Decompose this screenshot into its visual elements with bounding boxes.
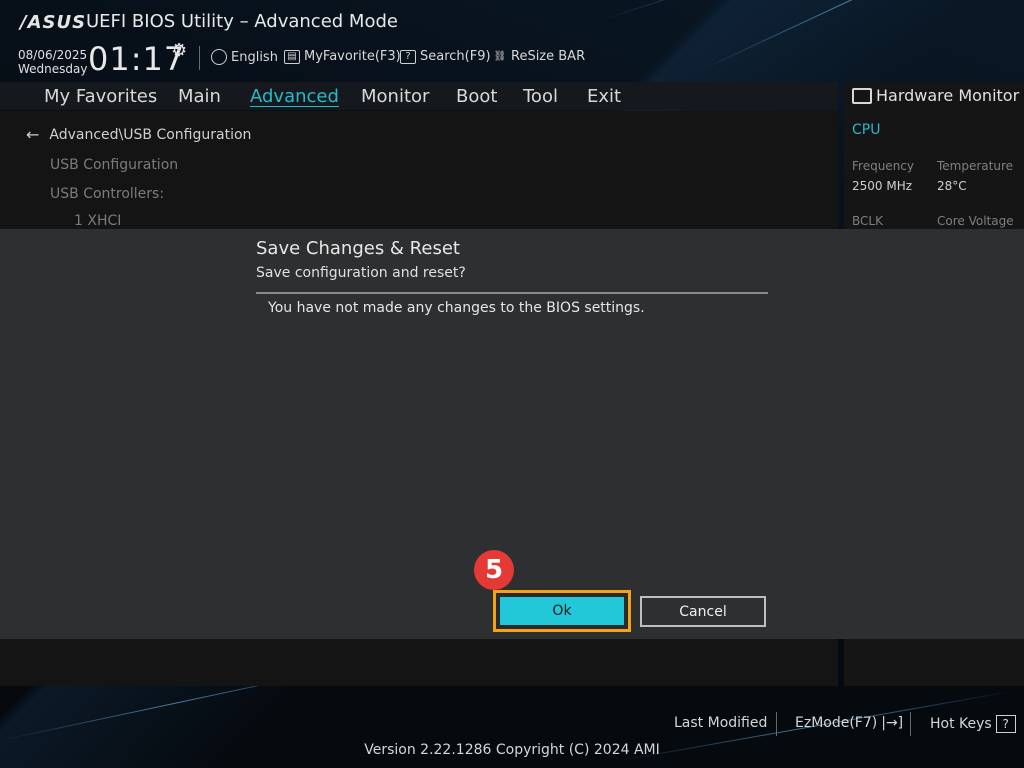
myfavorite-label: MyFavorite(F3) [304,49,401,64]
language-button[interactable]: English [211,49,278,65]
ok-button[interactable]: Ok [493,590,631,632]
menu-item-usb-controllers: USB Controllers: [50,186,165,202]
resize-bar-button[interactable]: ⛓ ReSize BAR [493,49,585,64]
divider [199,46,200,70]
frequency-label: Frequency [852,159,914,173]
dialog-title: Save Changes & Reset [256,238,460,259]
last-modified-button[interactable]: Last Modified [674,715,767,731]
ok-button-label: Ok [500,597,624,625]
main-nav: My Favorites Main Advanced Monitor Boot … [0,82,838,110]
core-voltage-label: Core Voltage [937,214,1014,228]
weekday: Wednesday [18,62,88,76]
myfavorite-button[interactable]: ▤ MyFavorite(F3) [284,49,401,64]
dialog-message: You have not made any changes to the BIO… [268,300,645,316]
tab-monitor[interactable]: Monitor [361,86,429,107]
header: /ASUS UEFI BIOS Utility – Advanced Mode … [0,0,1024,82]
tab-my-favorites[interactable]: My Favorites [44,86,157,107]
dialog-divider [256,292,768,294]
tab-main[interactable]: Main [178,86,221,107]
temperature-value: 28°C [937,179,967,193]
hot-keys-button[interactable]: Hot Keys ? [930,715,1016,733]
hot-keys-label: Hot Keys [930,716,992,732]
hardware-monitor-title: Hardware Monitor [852,86,1019,105]
date: 08/06/2025 [18,48,88,62]
hardware-monitor-label: Hardware Monitor [876,86,1020,105]
app-title: UEFI BIOS Utility – Advanced Mode [86,11,398,32]
ezmode-label: EzMode(F7) [795,715,878,731]
gear-icon[interactable]: ⚙ [171,40,187,61]
temperature-label: Temperature [937,159,1014,173]
help-icon: ? [995,715,1016,733]
cancel-button[interactable]: Cancel [640,596,766,627]
tab-boot[interactable]: Boot [456,86,497,107]
exit-icon: |→] [881,715,904,731]
bclk-label: BCLK [852,214,883,228]
tab-exit[interactable]: Exit [587,86,621,107]
divider [776,712,777,736]
globe-icon [211,49,227,65]
monitor-icon [852,87,872,104]
keyboard-icon: ▤ [284,49,300,64]
back-arrow-icon[interactable]: ← [26,125,39,144]
search-button[interactable]: ? Search(F9) [400,49,491,64]
asus-logo: /ASUS [20,12,87,33]
tab-advanced[interactable]: Advanced [250,86,339,107]
cpu-section-label: CPU [852,122,881,138]
search-label: Search(F9) [420,49,491,64]
language-label: English [231,49,278,65]
help-icon: ? [400,49,416,64]
menu-item-xhci: 1 XHCI [74,213,122,229]
resize-bar-icon: ⛓ [493,50,507,62]
step-number-badge: 5 [474,550,514,590]
menu-item-usb-configuration: USB Configuration [50,157,179,173]
version-text: Version 2.22.1286 Copyright (C) 2024 AMI [364,742,660,758]
dialog-subtitle: Save configuration and reset? [256,265,466,281]
date-display: 08/06/2025 Wednesday [18,48,87,76]
breadcrumb[interactable]: ← Advanced\USB Configuration [26,125,251,144]
resize-bar-label: ReSize BAR [511,49,586,64]
frequency-value: 2500 MHz [852,179,913,193]
tab-tool[interactable]: Tool [523,86,558,107]
ezmode-button[interactable]: EzMode(F7) |→] [795,715,903,731]
breadcrumb-label: Advanced\USB Configuration [49,126,252,143]
divider [910,712,911,736]
